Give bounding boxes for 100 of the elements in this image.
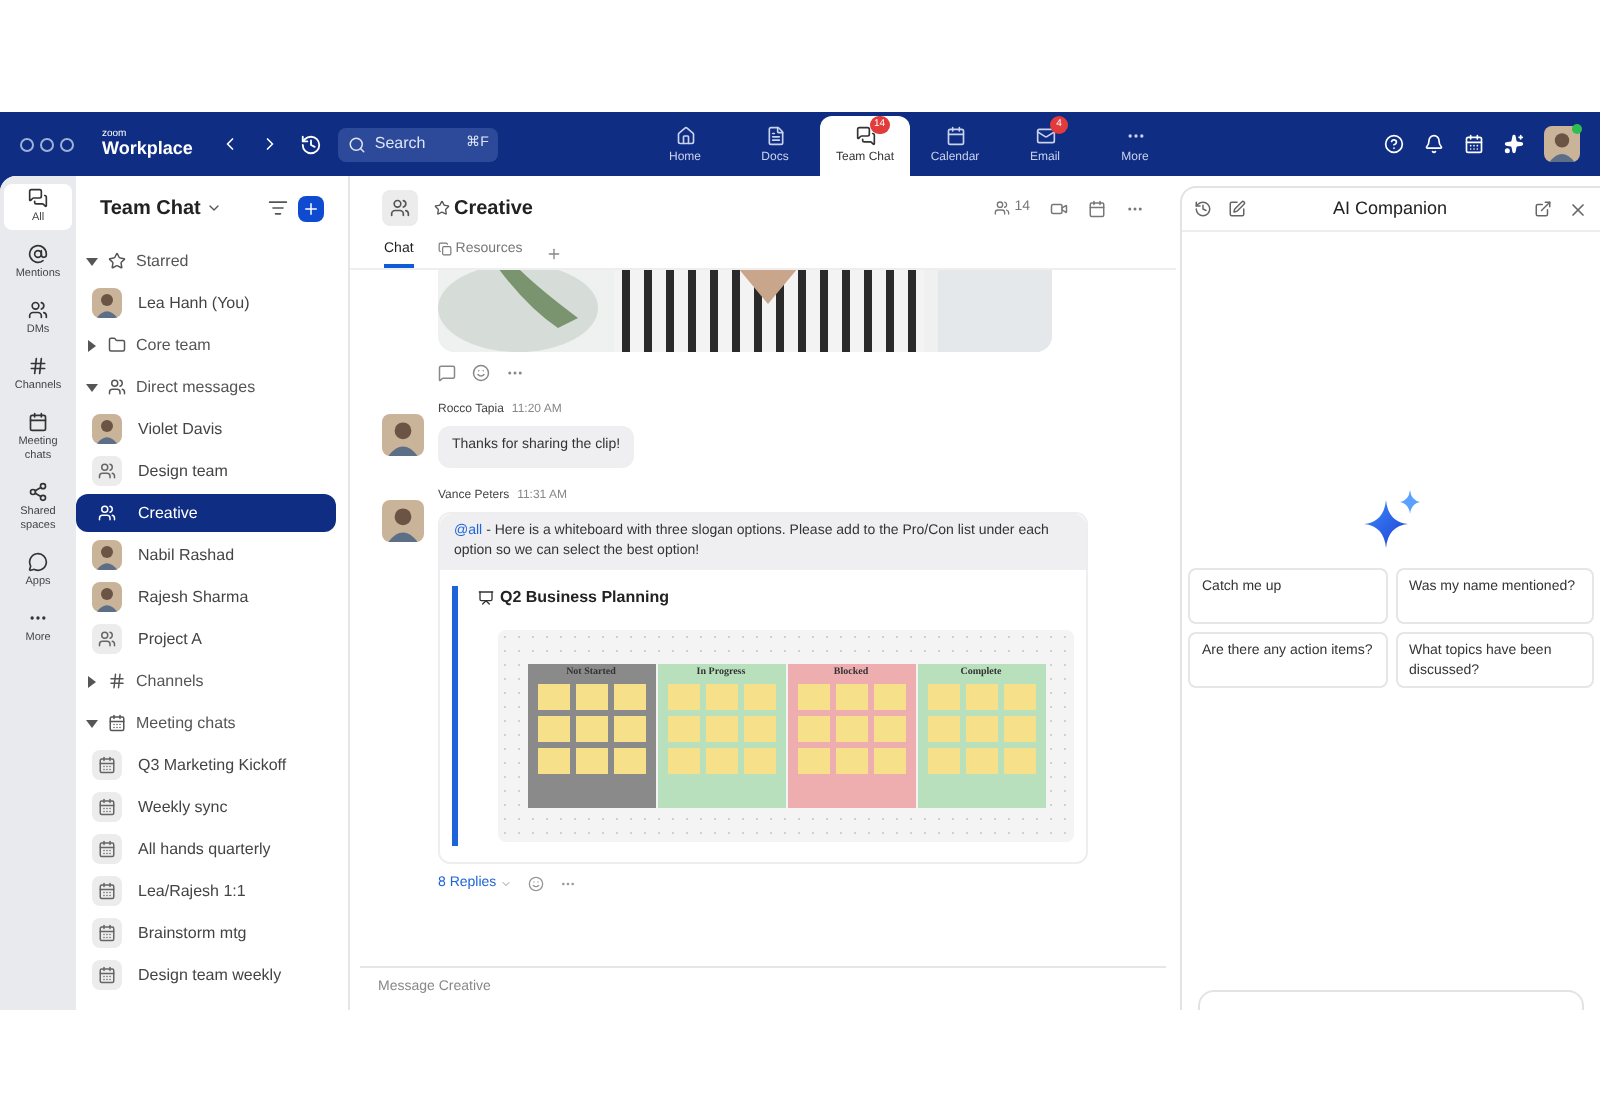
user-avatar-icon	[1544, 126, 1580, 162]
caret-icon[interactable]	[86, 339, 98, 351]
chat-icon	[855, 125, 875, 145]
calendar-icon	[28, 412, 48, 432]
new-chat-button[interactable]	[298, 195, 324, 221]
chat-bubble-icon	[28, 552, 48, 572]
pop-out-icon[interactable]	[1534, 200, 1552, 218]
caret-icon[interactable]	[86, 717, 98, 729]
sticky-note	[705, 747, 737, 773]
bell-icon[interactable]	[1424, 134, 1444, 154]
sidebar-item[interactable]: Lea/Rajesh 1:1	[76, 872, 336, 910]
sticky-note	[743, 747, 775, 773]
avatar-icon	[382, 414, 424, 456]
sticky-note	[873, 715, 905, 741]
sticky-note	[1003, 715, 1035, 741]
sticky-note	[613, 715, 645, 741]
sidebar-item[interactable]: Creative	[76, 494, 336, 532]
sticky-note	[575, 715, 607, 741]
reply-icon[interactable]	[438, 364, 456, 382]
sidebar-item[interactable]: Design team weekly	[76, 956, 336, 994]
sticky-note	[797, 683, 829, 709]
mail-icon	[1035, 125, 1055, 145]
sticky-note	[1003, 747, 1035, 773]
caret-icon[interactable]	[86, 675, 98, 687]
help-icon[interactable]	[1384, 134, 1404, 154]
document-icon	[765, 125, 785, 145]
sticky-note	[927, 683, 959, 709]
sticky-note	[1003, 683, 1035, 709]
sidebar-item[interactable]: Weekly sync	[76, 788, 336, 826]
sidebar-title[interactable]: Team Chat	[100, 193, 201, 223]
section-header[interactable]: Core team	[76, 324, 348, 366]
sidebar-item[interactable]: Violet Davis	[76, 410, 336, 448]
plus-icon	[302, 199, 320, 217]
folder-icon	[108, 336, 126, 354]
home-icon	[675, 125, 695, 145]
people-icon	[28, 300, 48, 320]
at-sign-icon	[28, 244, 48, 264]
people-icon	[994, 200, 1011, 216]
emoji-icon[interactable]	[528, 875, 545, 892]
sticky-note	[667, 747, 699, 773]
people-icon	[98, 630, 116, 648]
avatar-icon	[92, 288, 122, 318]
calendar-icon	[98, 840, 116, 858]
section-header[interactable]: Direct messages	[76, 366, 348, 408]
chat-title: Creative	[454, 195, 533, 223]
whiteboard-title: Q2 Business Planning	[500, 585, 669, 609]
sidebar-item[interactable]: Nabil Rashad	[76, 536, 336, 574]
chat-icon	[28, 188, 48, 208]
sticky-note	[705, 715, 737, 741]
sidebar-item[interactable]: Project A	[76, 620, 336, 658]
sticky-note	[835, 683, 867, 709]
history-icon[interactable]	[1194, 200, 1212, 218]
caret-icon[interactable]	[86, 255, 98, 267]
star-icon[interactable]	[434, 200, 450, 216]
sticky-note	[873, 683, 905, 709]
sticky-note	[965, 683, 997, 709]
copy-icon	[437, 242, 452, 257]
prompt-input[interactable]	[1198, 990, 1584, 1010]
sidebar-item[interactable]: Design team	[76, 452, 336, 490]
sticky-note	[743, 715, 775, 741]
close-icon[interactable]	[1568, 199, 1588, 219]
sticky-note	[667, 683, 699, 709]
emoji-icon[interactable]	[472, 364, 490, 382]
avatar-icon	[92, 414, 122, 444]
sticky-note	[743, 683, 775, 709]
people-icon	[98, 504, 116, 522]
sidebar-item[interactable]: Rajesh Sharma	[76, 578, 336, 616]
sticky-note	[835, 715, 867, 741]
sticky-note	[873, 747, 905, 773]
calendar-icon	[945, 125, 965, 145]
sticky-note	[575, 747, 607, 773]
sticky-note	[537, 683, 569, 709]
hash-icon	[28, 356, 48, 376]
filter-icon[interactable]	[268, 198, 288, 218]
calendar-icon	[98, 756, 116, 774]
sidebar-item[interactable]: All hands quarterly	[76, 830, 336, 868]
sticky-note	[537, 715, 569, 741]
compose-icon[interactable]	[1228, 200, 1246, 218]
add-tab-icon[interactable]	[546, 246, 563, 262]
sticky-note	[575, 683, 607, 709]
sidebar-item[interactable]: Q3 Marketing Kickoff	[76, 746, 336, 784]
video-icon[interactable]	[1050, 199, 1068, 217]
caret-icon[interactable]	[86, 381, 98, 393]
avatar-icon	[92, 540, 122, 570]
chevron-down-icon[interactable]	[206, 200, 223, 216]
sticky-note	[613, 683, 645, 709]
sticky-note	[537, 747, 569, 773]
sidebar-item[interactable]: Brainstorm mtg	[76, 914, 336, 952]
sparkle-icon[interactable]	[1504, 134, 1524, 154]
chevron-down-icon	[500, 877, 513, 890]
section-header[interactable]: Starred	[76, 240, 348, 282]
sticky-note	[705, 683, 737, 709]
sidebar-item[interactable]: Lea Hanh (You)	[76, 284, 336, 322]
avatar-icon	[92, 582, 122, 612]
section-header[interactable]: Meeting chats	[76, 702, 348, 744]
sticky-note	[965, 747, 997, 773]
sticky-note	[613, 747, 645, 773]
section-header[interactable]: Channels	[76, 660, 348, 702]
sticky-note	[797, 747, 829, 773]
calendar-icon	[98, 798, 116, 816]
